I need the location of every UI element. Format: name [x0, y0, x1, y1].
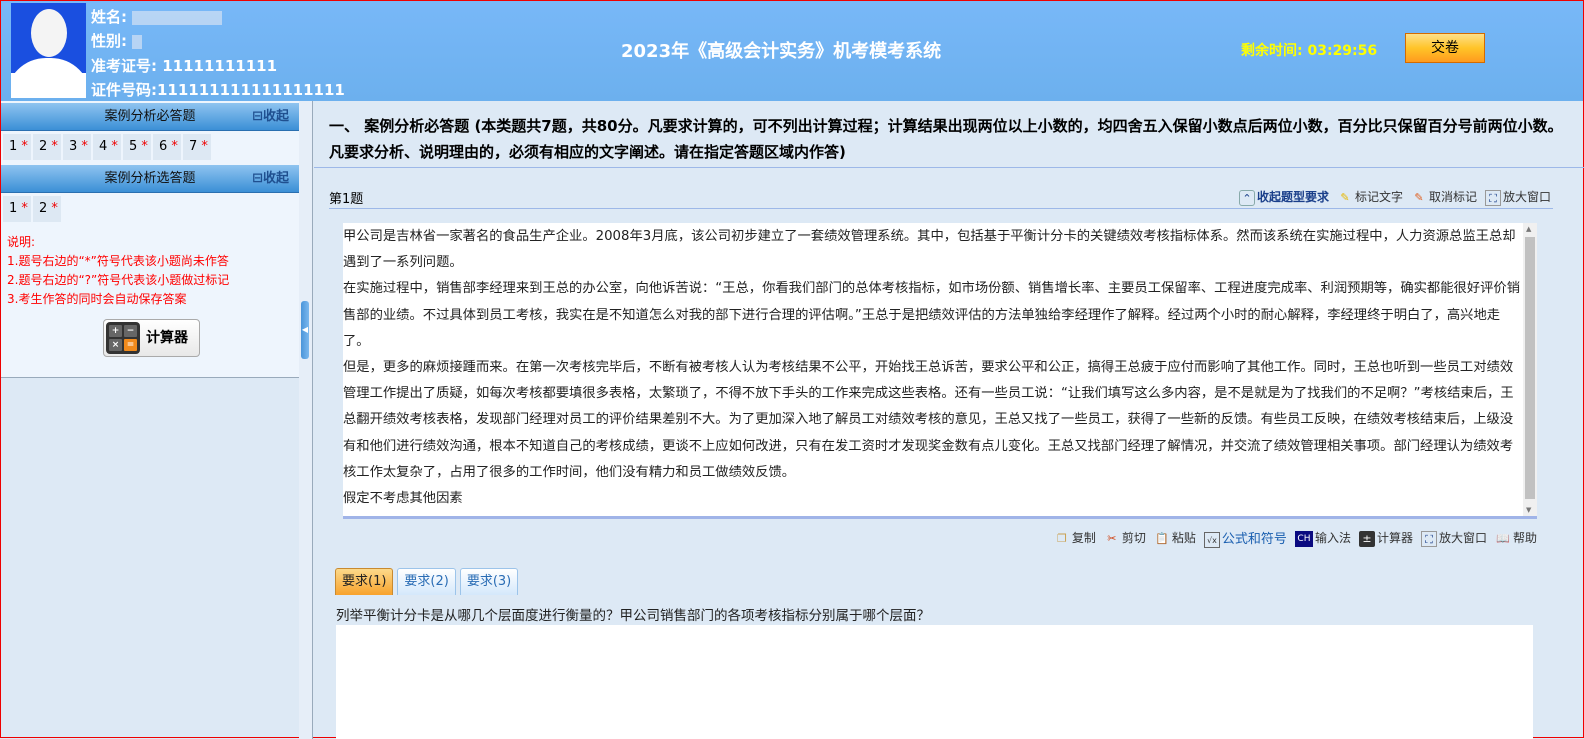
passage-scrollbar[interactable]: ▲ ▼: [1523, 223, 1537, 516]
ime-icon: CH: [1294, 530, 1313, 547]
exam-id: 11111111111: [162, 57, 278, 75]
maximize-icon: ⛶: [1420, 530, 1437, 547]
clipboard-icon: 📋: [1155, 531, 1169, 545]
section-header-required: 案例分析必答题 ⊟收起: [1, 103, 299, 131]
question-tools: ⌃ 收起题型要求 ✎ 标记文字 ✎ 取消标记 ⛶ 放大窗口: [1238, 188, 1551, 206]
instructions-note: 说明: 1.题号右边的“*”符号代表该小题尚未作答 2.题号右边的“?”符号代表…: [1, 225, 299, 317]
remaining-time: 剩余时间: 03:29:56: [1241, 40, 1377, 60]
collapse-button[interactable]: ⊟收起: [252, 165, 289, 193]
question-nav-item[interactable]: 1 *: [3, 196, 31, 222]
page-title: 2023年《高级会计实务》机考模考系统: [621, 41, 942, 62]
sidebar: 案例分析必答题 ⊟收起 1 * 2 * 3 * 4 * 5 * 6 * 7 * 案…: [1, 101, 299, 378]
tab-requirement-3[interactable]: 要求(3): [459, 568, 519, 595]
divider: [329, 208, 1553, 209]
collapse-sidebar-handle[interactable]: ◀: [301, 301, 309, 359]
toolbar-maximize-button[interactable]: ⛶ 放大窗口: [1420, 529, 1487, 547]
scissors-icon: ✂: [1107, 531, 1117, 545]
collapse-requirements-button[interactable]: ⌃ 收起题型要求: [1238, 188, 1329, 206]
case-passage: 甲公司是吉林省一家著名的食品生产企业。2008年3月底，该公司初步建立了一套绩效…: [343, 223, 1537, 519]
passage-paragraph: 假定不考虑其他因素: [343, 491, 463, 507]
answer-input[interactable]: [336, 625, 1533, 739]
timer-label: 剩余时间:: [1241, 43, 1303, 59]
unanswered-mark: *: [201, 139, 208, 154]
question-nav-item[interactable]: 7 *: [183, 134, 211, 160]
cert-row: 证件号码:111111111111111111: [91, 79, 345, 100]
unanswered-mark: *: [111, 139, 118, 154]
note-line: 2.题号右边的“?”符号代表该小题做过标记: [7, 273, 230, 287]
section-header-optional: 案例分析选答题 ⊟收起: [1, 165, 299, 193]
question-nav-item[interactable]: 3 *: [63, 134, 91, 160]
section-instructions: 一、 案例分析必答题 (本类题共7题，共80分。凡要求计算的，可不列出计算过程；…: [329, 117, 1563, 161]
passage-paragraph: 在实施过程中，销售部李经理来到王总的办公室，向他诉苦说：“王总，你看我们部门的总…: [343, 281, 1521, 349]
note-line: 1.题号右边的“*”符号代表该小题尚未作答: [7, 254, 229, 268]
passage-paragraph: 但是，更多的麻烦接踵而来。在第一次考核完毕后，不断有被考核人认为考核结果不公平，…: [343, 360, 1514, 480]
unmark-button[interactable]: ✎ 取消标记: [1411, 188, 1477, 206]
unanswered-mark: *: [141, 139, 148, 154]
collapse-button[interactable]: ⊟收起: [252, 103, 289, 131]
maximize-button[interactable]: ⛶ 放大窗口: [1484, 188, 1551, 206]
ime-button[interactable]: CH 输入法: [1294, 529, 1351, 547]
gender-label: 性别:: [91, 32, 127, 50]
tab-requirement-2[interactable]: 要求(2): [397, 568, 456, 595]
sidebar-splitter: [299, 101, 313, 739]
submit-button[interactable]: 交卷: [1405, 33, 1485, 63]
answer-toolbar: ❐ 复制 ✂ 剪切 📋 粘贴 √x 公式和符号 CH 输入法 ± 计算器 ⛶ 放大窗口 📖 帮助: [1054, 528, 1537, 548]
unanswered-mark: *: [51, 139, 58, 154]
formula-button[interactable]: √x 公式和符号: [1203, 528, 1287, 548]
question-nav-item[interactable]: 6 *: [153, 134, 181, 160]
note-line: 说明:: [7, 235, 36, 249]
unanswered-mark: *: [21, 201, 28, 216]
gender-row: 性别:: [91, 30, 143, 51]
question-nav-item[interactable]: 2 *: [33, 196, 61, 222]
unanswered-mark: *: [51, 201, 58, 216]
tab-requirement-1[interactable]: 要求(1): [335, 568, 394, 595]
exam-id-row: 准考证号: 11111111111: [91, 55, 277, 76]
question-number: 第1题: [329, 192, 364, 207]
section-title: 案例分析必答题: [104, 109, 196, 124]
timer-value: 03:29:56: [1307, 43, 1378, 59]
calculator-label: 计算器: [146, 330, 188, 346]
candidate-photo: [11, 3, 86, 98]
cert-label: 证件号码:: [91, 81, 157, 99]
name-label: 姓名:: [91, 8, 127, 26]
help-button[interactable]: 📖 帮助: [1495, 529, 1537, 547]
highlighter-remove-icon: ✎: [1414, 190, 1424, 204]
cert-no: 111111111111111111: [157, 81, 345, 99]
paste-button[interactable]: 📋 粘贴: [1154, 529, 1196, 547]
question-nav-item[interactable]: 1 *: [3, 134, 31, 160]
question-nav-required: 1 * 2 * 3 * 4 * 5 * 6 * 7 *: [1, 131, 299, 163]
name-row: 姓名:: [91, 6, 223, 27]
question-nav-item[interactable]: 4 *: [93, 134, 121, 160]
mark-text-button[interactable]: ✎ 标记文字: [1337, 188, 1403, 206]
divider: [314, 167, 1584, 168]
name-redacted: [132, 10, 223, 25]
requirement-question: 列举平衡计分卡是从哪几个层面度进行衡量的？甲公司销售部门的各项考核指标分别属于哪…: [336, 608, 930, 624]
chevron-up-icon: ⌃: [1238, 189, 1255, 206]
section-title: 案例分析选答题: [104, 171, 196, 186]
toolbar-calculator-button[interactable]: ± 计算器: [1358, 529, 1413, 547]
calculator-icon: + − × =: [106, 322, 140, 354]
passage-paragraph: 甲公司是吉林省一家著名的食品生产企业。2008年3月底，该公司初步建立了一套绩效…: [343, 229, 1516, 271]
header: 姓名: 性别: 准考证号: 11111111111 证件号码:111111111…: [1, 1, 1583, 101]
unanswered-mark: *: [21, 139, 28, 154]
calculator-button[interactable]: + − × = 计算器: [103, 319, 200, 357]
unanswered-mark: *: [171, 139, 178, 154]
question-nav-item[interactable]: 5 *: [123, 134, 151, 160]
exam-id-label: 准考证号:: [91, 57, 157, 75]
cut-button[interactable]: ✂ 剪切: [1104, 529, 1146, 547]
unanswered-mark: *: [81, 139, 88, 154]
highlighter-icon: ✎: [1340, 190, 1350, 204]
question-nav-item[interactable]: 2 *: [33, 134, 61, 160]
copy-icon: ❐: [1056, 531, 1067, 545]
formula-icon: √x: [1203, 531, 1220, 548]
note-line: 3.考生作答的同时会自动保存答案: [7, 292, 187, 306]
calculator-icon: ±: [1358, 530, 1375, 547]
question-nav-optional: 1 * 2 *: [1, 193, 299, 225]
maximize-icon: ⛶: [1484, 189, 1501, 206]
book-icon: 📖: [1496, 531, 1510, 545]
gender-redacted: [132, 34, 143, 49]
requirement-tabs: 要求(1) 要求(2) 要求(3): [335, 568, 519, 595]
copy-button[interactable]: ❐ 复制: [1054, 529, 1096, 547]
